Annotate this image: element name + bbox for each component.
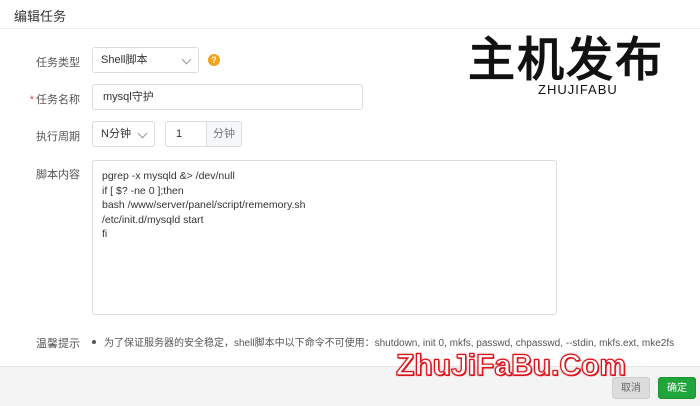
script-line: pgrep -x mysqld &> /dev/null xyxy=(102,170,235,182)
period-label: 执行周期 xyxy=(36,131,80,143)
confirm-button[interactable]: 确定 xyxy=(658,377,696,399)
dialog-header: 编辑任务 xyxy=(0,0,700,29)
period-mode-select[interactable]: N分钟 xyxy=(92,121,155,147)
script-textarea[interactable]: pgrep -x mysqld &> /dev/null if [ $? -ne… xyxy=(92,160,557,315)
period-mode-value: N分钟 xyxy=(101,128,131,140)
task-type-label: 任务类型 xyxy=(36,57,80,69)
task-type-value: Shell脚本 xyxy=(101,54,148,66)
script-line: bash /www/server/panel/script/rememory.s… xyxy=(102,199,306,211)
script-line: if [ $? -ne 0 ];then xyxy=(102,184,184,197)
script-line: fi xyxy=(102,228,108,240)
tip-label: 温馨提示 xyxy=(36,338,80,350)
script-line: /etc/init.d/mysqld start xyxy=(102,213,204,226)
task-name-label-text: 任务名称 xyxy=(36,94,80,106)
watermark-logo-cn: 主机发布 xyxy=(468,33,664,86)
watermark-url: ZhuJiFaBu.Com xyxy=(395,348,626,382)
task-type-select[interactable]: Shell脚本 xyxy=(92,47,199,73)
tip-text: 为了保证服务器的安全稳定，shell脚本中以下命令不可使用：shutdown, … xyxy=(104,338,675,349)
period-interval-value: 1 xyxy=(176,128,183,140)
script-label: 脚本内容 xyxy=(36,169,80,181)
task-name-label: * 任务名称 xyxy=(0,91,80,107)
bullet-icon xyxy=(92,340,96,345)
question-circle-icon[interactable]: ? xyxy=(208,54,220,66)
edit-task-dialog: 编辑任务 任务类型 Shell脚本 ? * 任务名称 mysql守护 执行周期 N… xyxy=(0,0,700,406)
task-name-input[interactable]: mysql守护 xyxy=(92,84,363,110)
required-mark: * xyxy=(29,94,34,106)
dialog-title: 编辑任务 xyxy=(14,9,67,24)
chevron-down-icon xyxy=(181,54,192,65)
task-name-value: mysql守护 xyxy=(103,91,154,103)
watermark-logo: 主机发布 ZHUJIFABU xyxy=(468,33,678,97)
watermark-logo-en: ZHUJIFABU xyxy=(536,82,620,97)
period-unit-addon: 分钟 xyxy=(207,121,242,147)
chevron-down-icon xyxy=(137,128,148,139)
period-interval-input[interactable]: 1 xyxy=(165,121,207,147)
tip-text-row: 为了保证服务器的安全稳定，shell脚本中以下命令不可使用：shutdown, … xyxy=(92,334,674,349)
